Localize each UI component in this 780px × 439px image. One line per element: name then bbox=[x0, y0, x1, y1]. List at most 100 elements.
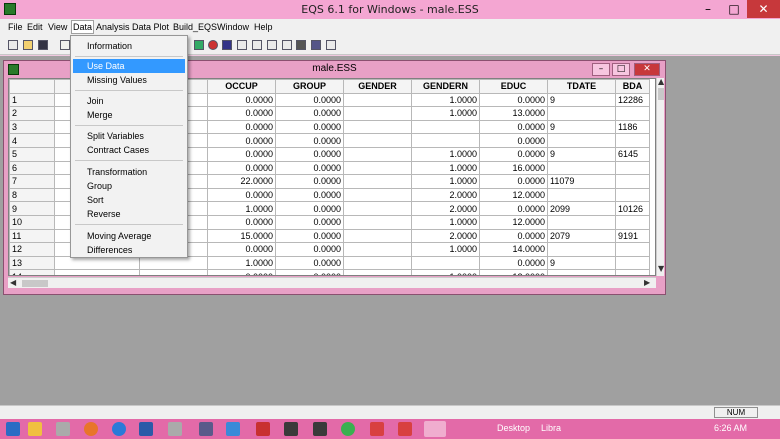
table-cell[interactable] bbox=[615, 160, 650, 176]
clock[interactable]: 6:26 AM bbox=[714, 423, 747, 433]
row-number[interactable]: 5 bbox=[9, 146, 55, 162]
table-cell[interactable]: 0.0000 bbox=[275, 92, 344, 108]
chrome-icon[interactable] bbox=[341, 422, 355, 436]
table-cell[interactable]: 11079 bbox=[547, 174, 616, 189]
table-cell[interactable]: 0.0000 bbox=[207, 119, 276, 135]
menu-item-missing-values[interactable]: Missing Values bbox=[73, 73, 185, 87]
start-icon[interactable] bbox=[6, 422, 20, 436]
column-header[interactable]: BDA bbox=[615, 79, 650, 94]
table-cell[interactable]: 0.0000 bbox=[479, 255, 548, 271]
desktop-toolbar[interactable]: Desktop bbox=[497, 423, 530, 433]
table-cell[interactable]: 2.0000 bbox=[411, 228, 480, 244]
table-cell[interactable]: 0.0000 bbox=[275, 119, 344, 135]
table-cell[interactable]: 0.0000 bbox=[479, 119, 548, 135]
table-cell[interactable]: 9 bbox=[547, 92, 616, 108]
app-icon-2[interactable] bbox=[56, 422, 70, 436]
table-cell[interactable] bbox=[343, 146, 412, 162]
menu-window[interactable]: Window bbox=[217, 22, 249, 32]
app-icon-11[interactable] bbox=[313, 422, 327, 436]
vertical-scroll-thumb[interactable] bbox=[658, 88, 664, 100]
app-icon-13[interactable] bbox=[370, 422, 384, 436]
table-cell[interactable] bbox=[343, 269, 412, 275]
table-cell[interactable] bbox=[139, 255, 208, 271]
table-cell[interactable]: 0.0000 bbox=[207, 106, 276, 121]
table-cell[interactable]: 0.0000 bbox=[479, 174, 548, 189]
table-cell[interactable]: 0.0000 bbox=[207, 187, 276, 203]
data-window-maximize-button[interactable]: □ bbox=[612, 63, 630, 76]
line-chart-icon-4[interactable] bbox=[282, 40, 292, 50]
table-cell[interactable] bbox=[343, 201, 412, 216]
table-cell[interactable]: 0.0000 bbox=[275, 133, 344, 148]
table-cell[interactable]: 22.0000 bbox=[207, 174, 276, 189]
menu-item-group[interactable]: Group bbox=[73, 179, 185, 193]
table-cell[interactable]: 0.0000 bbox=[275, 187, 344, 203]
column-header[interactable]: OCCUP bbox=[207, 79, 276, 94]
menu-item-contract-cases[interactable]: Contract Cases bbox=[73, 143, 185, 157]
table-row[interactable]: 14 0.00000.0000 1.000012.0000 bbox=[9, 269, 650, 275]
scroll-left-icon[interactable]: ◀ bbox=[10, 278, 16, 288]
row-number[interactable]: 4 bbox=[9, 133, 55, 148]
table-cell[interactable]: 2.0000 bbox=[411, 201, 480, 216]
table-cell[interactable] bbox=[343, 187, 412, 203]
table-cell[interactable] bbox=[343, 255, 412, 271]
app-icon-10[interactable] bbox=[284, 422, 298, 436]
menu-analysis[interactable]: Analysis bbox=[96, 22, 130, 32]
menu-item-join[interactable]: Join bbox=[73, 94, 185, 108]
table-cell[interactable] bbox=[343, 106, 412, 121]
table-cell[interactable]: 0.0000 bbox=[479, 133, 548, 148]
file-explorer-icon[interactable] bbox=[28, 422, 42, 436]
table-cell[interactable]: 0.0000 bbox=[479, 92, 548, 108]
app-icon-8[interactable] bbox=[226, 422, 240, 436]
table-cell[interactable]: 12.0000 bbox=[479, 269, 548, 275]
table-cell[interactable] bbox=[343, 174, 412, 189]
plot-icon[interactable] bbox=[326, 40, 336, 50]
horizontal-scrollbar[interactable]: ◀ ▶ bbox=[8, 277, 656, 288]
menu-item-split-variables[interactable]: Split Variables bbox=[73, 129, 185, 143]
table-cell[interactable] bbox=[343, 214, 412, 230]
table-cell[interactable] bbox=[411, 133, 480, 148]
row-number[interactable]: 11 bbox=[9, 228, 55, 244]
table-cell[interactable]: 1.0000 bbox=[411, 269, 480, 275]
new-file-icon[interactable] bbox=[8, 40, 18, 50]
table-cell[interactable]: 1.0000 bbox=[411, 106, 480, 121]
table-cell[interactable]: 1.0000 bbox=[411, 242, 480, 257]
table-cell[interactable]: 0.0000 bbox=[479, 201, 548, 216]
table-cell[interactable]: 0.0000 bbox=[275, 269, 344, 275]
row-number[interactable]: 9 bbox=[9, 201, 55, 216]
table-cell[interactable]: 9 bbox=[547, 255, 616, 271]
column-header[interactable]: TDATE bbox=[547, 79, 616, 94]
app-icon-6[interactable] bbox=[168, 422, 182, 436]
table-cell[interactable]: 1.0000 bbox=[411, 146, 480, 162]
table-cell[interactable] bbox=[547, 214, 616, 230]
table-cell[interactable] bbox=[615, 255, 650, 271]
table-cell[interactable]: 12.0000 bbox=[479, 187, 548, 203]
table-cell[interactable]: 12286 bbox=[615, 92, 650, 108]
pie-chart-icon[interactable] bbox=[208, 40, 218, 50]
table-cell[interactable] bbox=[615, 106, 650, 121]
data-window-minimize-button[interactable]: – bbox=[592, 63, 610, 76]
table-cell[interactable] bbox=[343, 133, 412, 148]
table-cell[interactable] bbox=[343, 242, 412, 257]
menu-help[interactable]: Help bbox=[254, 22, 273, 32]
row-number[interactable]: 6 bbox=[9, 160, 55, 176]
table-cell[interactable]: 0.0000 bbox=[275, 160, 344, 176]
vertical-scrollbar[interactable]: ▲ ▼ bbox=[656, 77, 664, 276]
eqs-taskbar-icon[interactable] bbox=[424, 421, 446, 437]
table-cell[interactable]: 13.0000 bbox=[479, 106, 548, 121]
table-cell[interactable] bbox=[615, 133, 650, 148]
table-cell[interactable] bbox=[547, 160, 616, 176]
table-cell[interactable]: 1.0000 bbox=[411, 160, 480, 176]
table-cell[interactable]: 0.0000 bbox=[275, 242, 344, 257]
table-cell[interactable] bbox=[343, 92, 412, 108]
table-cell[interactable]: 14.0000 bbox=[479, 242, 548, 257]
scroll-right-icon[interactable]: ▶ bbox=[644, 278, 650, 288]
scatter-icon[interactable] bbox=[296, 40, 306, 50]
minimize-button[interactable]: – bbox=[695, 0, 721, 18]
open-folder-icon[interactable] bbox=[23, 40, 33, 50]
menu-view[interactable]: View bbox=[48, 22, 67, 32]
menu-file[interactable]: File bbox=[8, 22, 23, 32]
ie-icon[interactable] bbox=[112, 422, 126, 436]
menu-item-merge[interactable]: Merge bbox=[73, 108, 185, 122]
table-row[interactable]: 13 1.0000 0.0000 0.0000 9 bbox=[9, 255, 650, 271]
menu-item-reverse[interactable]: Reverse bbox=[73, 207, 185, 221]
